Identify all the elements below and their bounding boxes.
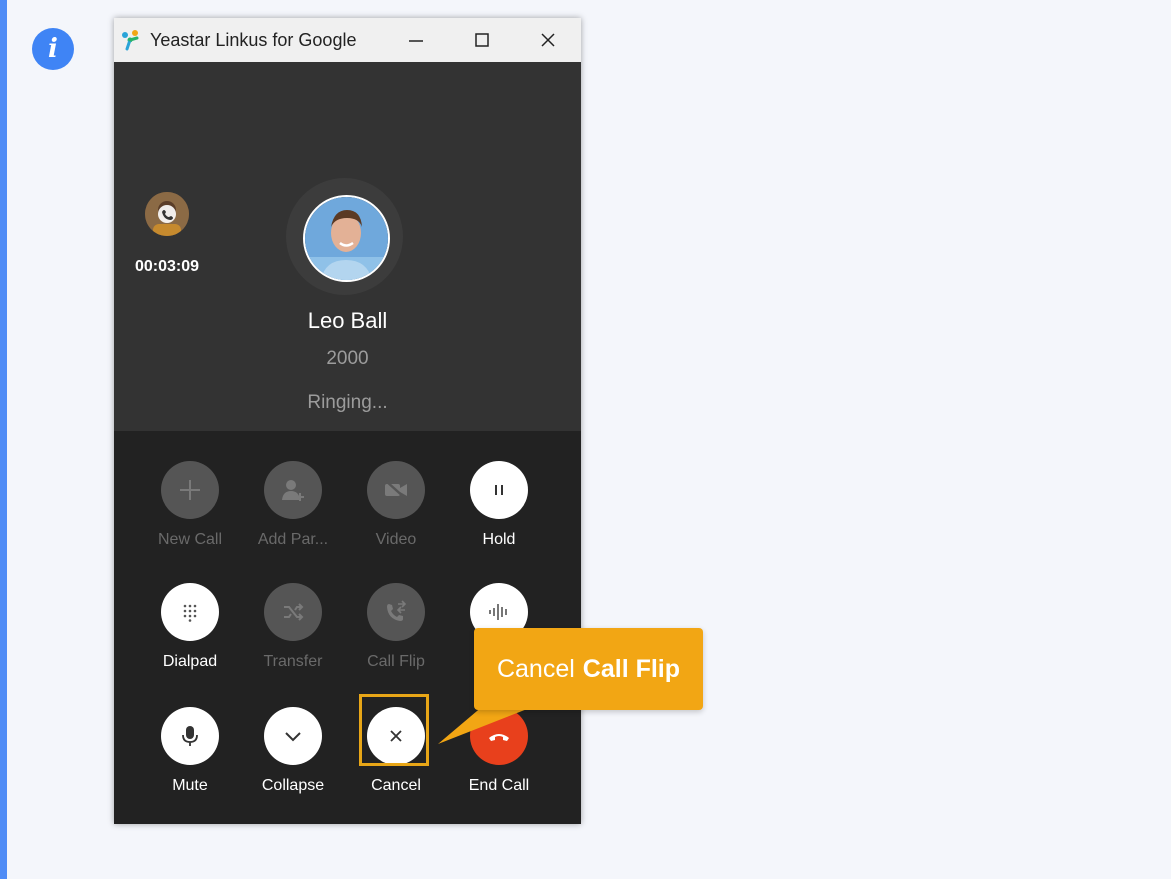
- collapse-label: Collapse: [261, 777, 325, 794]
- add-participant-button[interactable]: Add Par...: [243, 461, 343, 549]
- pause-icon: [495, 485, 503, 495]
- call-flip-label: Call Flip: [367, 653, 425, 670]
- call-status: Ringing...: [307, 392, 388, 413]
- transfer-button[interactable]: Transfer: [243, 583, 343, 671]
- dialpad-button[interactable]: Dialpad: [140, 583, 240, 671]
- maximize-icon: [475, 33, 489, 47]
- end-call-label: End Call: [468, 777, 530, 794]
- mute-label: Mute: [172, 777, 208, 794]
- callout-text-bold: Call Flip: [582, 654, 681, 683]
- hold-label: Hold: [482, 531, 516, 548]
- hold-button[interactable]: Hold: [449, 461, 549, 549]
- call-flip-button[interactable]: Call Flip: [346, 583, 446, 671]
- chevron-down-icon: [285, 732, 301, 742]
- dialpad-label: Dialpad: [162, 653, 218, 670]
- held-call-avatar[interactable]: [145, 192, 189, 236]
- call-info-area: 00:03:09 Leo Ball 2000 Ringing...: [114, 62, 581, 431]
- plus-icon: [180, 480, 200, 500]
- video-button[interactable]: Video: [346, 461, 446, 549]
- add-participant-label: Add Par...: [257, 531, 329, 548]
- collapse-button[interactable]: Collapse: [243, 707, 343, 795]
- held-caller-avatar-image: [145, 192, 189, 236]
- callout-text-prefix: Cancel: [496, 654, 575, 683]
- held-call-timer: 00:03:09: [134, 258, 200, 275]
- mute-button[interactable]: Mute: [140, 707, 240, 795]
- title-bar: Yeastar Linkus for Google: [114, 18, 581, 62]
- close-icon: [541, 33, 555, 47]
- maximize-button[interactable]: [449, 18, 515, 62]
- dialpad-icon: [183, 604, 197, 622]
- app-logo-icon: [122, 30, 139, 51]
- contact-name: Leo Ball: [307, 308, 388, 333]
- transfer-icon: [284, 603, 304, 621]
- contact-photo: [305, 197, 388, 280]
- contact-avatar: [303, 195, 390, 282]
- minimize-button[interactable]: [383, 18, 449, 62]
- call-flip-icon: [387, 600, 407, 621]
- window-title: Yeastar Linkus for Google: [150, 29, 357, 50]
- microphone-icon: [182, 726, 198, 746]
- new-call-label: New Call: [157, 531, 222, 548]
- audio-wave-icon: [489, 604, 507, 620]
- info-icon: i: [32, 28, 74, 70]
- new-call-button[interactable]: New Call: [140, 461, 240, 549]
- minimize-icon: [409, 40, 423, 42]
- cancel-highlight-box: [359, 694, 429, 766]
- video-off-icon: [385, 480, 407, 500]
- video-label: Video: [375, 531, 417, 548]
- cancel-label: Cancel: [371, 777, 421, 794]
- left-accent-bar: [0, 0, 7, 879]
- callout-tooltip: Cancel Call Flip: [474, 628, 703, 710]
- contact-number: 2000: [326, 348, 369, 369]
- close-window-button[interactable]: [515, 18, 581, 62]
- add-person-icon: [282, 480, 304, 501]
- transfer-label: Transfer: [263, 653, 323, 670]
